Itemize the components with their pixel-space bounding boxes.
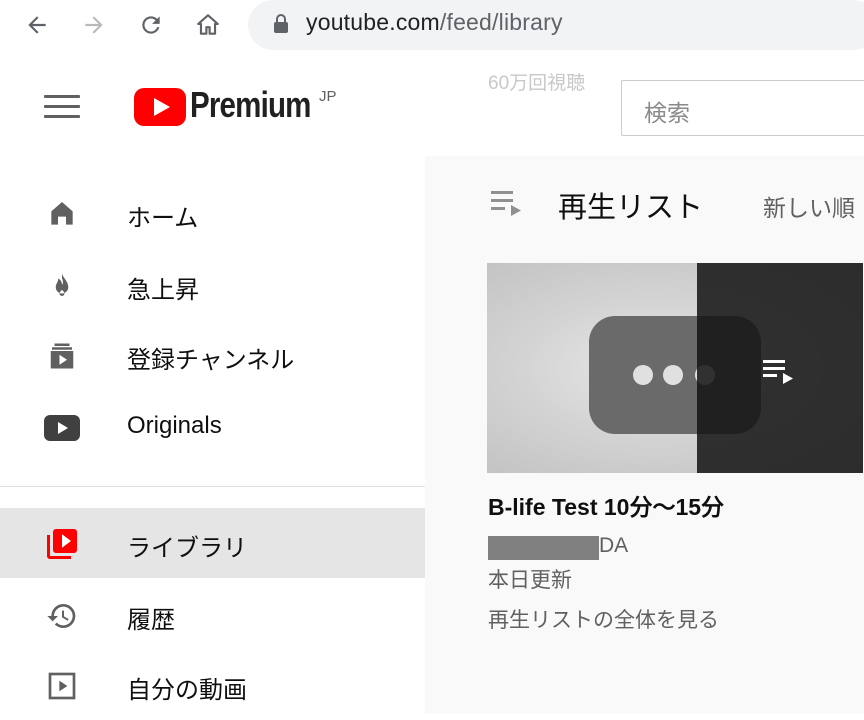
forward-button[interactable] xyxy=(79,10,109,40)
logo-premium-text: Premium xyxy=(190,84,311,125)
search-placeholder: 検索 xyxy=(644,100,690,126)
subscriptions-icon xyxy=(44,338,80,374)
view-full-playlist-link[interactable]: 再生リストの全体を見る xyxy=(488,604,719,634)
sidebar-item-library[interactable]: ライブラリ xyxy=(0,508,425,578)
sidebar-item-your-videos[interactable]: 自分の動画 xyxy=(0,650,425,720)
thumbnail-dot xyxy=(633,365,653,385)
library-icon xyxy=(44,526,80,562)
originals-icon xyxy=(44,410,80,446)
lock-icon xyxy=(274,14,288,33)
sidebar-item-history[interactable]: 履歴 xyxy=(0,580,425,650)
sidebar-item-label: Originals xyxy=(127,412,222,439)
sidebar-item-label: 履歴 xyxy=(127,607,175,634)
thumbnail-dot xyxy=(663,365,683,385)
sidebar: ホーム 急上昇 登録チャンネル Originals ライブラリ 履歴 自分の動画 xyxy=(0,156,425,714)
history-icon xyxy=(44,598,80,634)
playlist-thumbnail[interactable] xyxy=(487,263,863,473)
redaction-box xyxy=(488,536,599,560)
sidebar-item-label: ライブラリ xyxy=(127,535,247,562)
section-title: 再生リスト xyxy=(558,192,704,224)
reload-icon xyxy=(142,16,160,34)
sidebar-item-home[interactable]: ホーム xyxy=(0,178,425,248)
url-domain: youtube.com xyxy=(306,9,440,35)
sidebar-divider xyxy=(0,486,425,487)
youtube-logo[interactable] xyxy=(134,88,186,126)
fire-icon xyxy=(44,268,80,304)
search-input[interactable]: 検索 xyxy=(621,80,864,136)
address-text: youtube.com/feed/library xyxy=(306,9,563,36)
playlist-overlay-icon xyxy=(763,360,793,384)
house-icon xyxy=(197,14,219,35)
region-badge: JP xyxy=(319,88,337,105)
sidebar-item-subscriptions[interactable]: 登録チャンネル xyxy=(0,320,425,390)
playlist-icon xyxy=(491,191,521,216)
library-main: 再生リスト 新しい順 B-life Test 10分〜15分 DA 本日更新 再… xyxy=(425,156,864,714)
hamburger-line xyxy=(44,95,80,98)
youtube-play-logo-icon xyxy=(134,88,186,126)
back-button[interactable] xyxy=(22,10,52,40)
sidebar-item-originals[interactable]: Originals xyxy=(0,392,425,462)
sidebar-item-label: 登録チャンネル xyxy=(127,347,295,374)
sort-button[interactable]: 新しい順 xyxy=(763,189,855,223)
hamburger-line xyxy=(44,115,80,118)
arrow-right-icon xyxy=(85,16,103,34)
home-icon xyxy=(44,196,80,232)
reload-button[interactable] xyxy=(136,10,166,40)
playlist-updated: 本日更新 xyxy=(488,569,572,592)
hamburger-line xyxy=(44,105,80,108)
playlist-title[interactable]: B-life Test 10分〜15分 xyxy=(488,488,724,522)
browser-toolbar: youtube.com/feed/library xyxy=(0,0,864,54)
sidebar-item-label: ホーム xyxy=(127,205,199,232)
url-path: /feed/library xyxy=(439,9,563,35)
arrow-left-icon xyxy=(28,16,46,34)
sidebar-item-label: 自分の動画 xyxy=(127,677,247,704)
menu-button[interactable] xyxy=(44,95,80,121)
sidebar-item-label: 急上昇 xyxy=(127,277,199,304)
your-videos-icon xyxy=(44,668,80,704)
ghost-overlay-text: 60万回視聴 xyxy=(488,73,586,94)
home-browser-button[interactable] xyxy=(193,10,223,40)
channel-name-visible: DA xyxy=(599,534,629,557)
sidebar-item-trending[interactable]: 急上昇 xyxy=(0,250,425,320)
